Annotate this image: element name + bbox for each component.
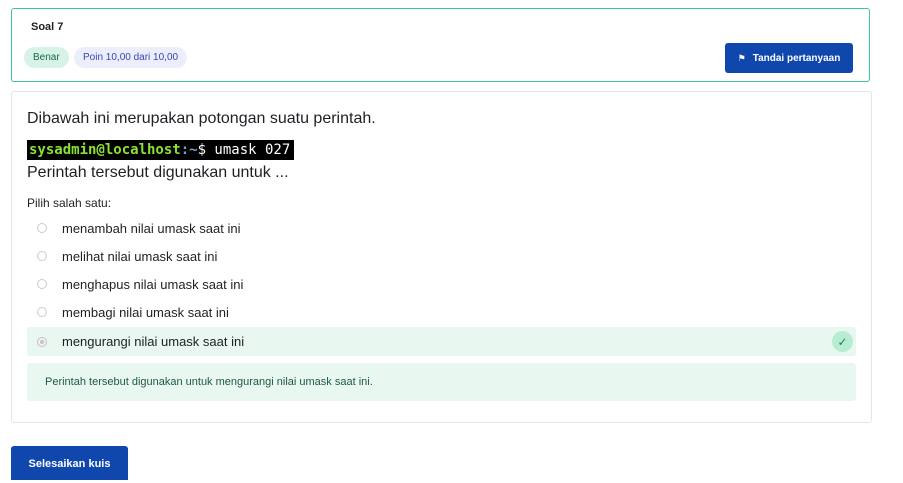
answer-option-label: menambah nilai umask saat ini: [62, 220, 241, 236]
answer-option-label: menghapus nilai umask saat ini: [62, 276, 244, 292]
radio-button[interactable]: [37, 307, 47, 317]
flag-question-button[interactable]: ⚑ Tandai pertanyaan: [725, 43, 853, 73]
answer-option[interactable]: membagi nilai umask saat ini: [27, 298, 856, 326]
finish-quiz-button[interactable]: Selesaikan kuis: [11, 446, 128, 480]
question-info-panel: Soal 7 Benar Poin 10,00 dari 10,00 ⚑ Tan…: [11, 8, 870, 82]
radio-button-checked[interactable]: [37, 336, 47, 347]
answer-option[interactable]: melihat nilai umask saat ini: [27, 242, 856, 270]
flag-icon: ⚑: [737, 52, 746, 63]
question-text-intro: Dibawah ini merupakan potongan suatu per…: [27, 110, 376, 127]
terminal-snippet: sysadmin@localhost:~$ umask 027: [27, 140, 295, 160]
answer-option-label: mengurangi nilai umask saat ini: [62, 334, 245, 349]
terminal-path: :~: [180, 142, 198, 158]
flag-question-label: Tandai pertanyaan: [752, 52, 841, 64]
radio-button[interactable]: [37, 251, 47, 261]
check-icon: ✓: [832, 331, 853, 352]
answer-option-label: melihat nilai umask saat ini: [62, 248, 218, 264]
terminal-user-host: sysadmin@localhost: [29, 142, 181, 158]
answer-prompt: Pilih salah satu:: [27, 196, 112, 210]
radio-button[interactable]: [37, 279, 47, 289]
question-text: Perintah tersebut digunakan untuk ...: [27, 164, 289, 181]
radio-button[interactable]: [37, 223, 47, 233]
status-badge: Benar: [24, 47, 69, 68]
answer-option[interactable]: menghapus nilai umask saat ini: [27, 270, 856, 298]
answer-option[interactable]: menambah nilai umask saat ini: [27, 214, 856, 242]
grade-badge: Poin 10,00 dari 10,00: [74, 47, 188, 68]
question-number: Soal 7: [31, 21, 64, 33]
question-content: Dibawah ini merupakan potongan suatu per…: [11, 91, 872, 423]
answer-option-selected[interactable]: mengurangi nilai umask saat ini ✓: [27, 327, 856, 356]
answer-feedback: Perintah tersebut digunakan untuk mengur…: [27, 363, 856, 401]
answer-option-label: membagi nilai umask saat ini: [62, 304, 229, 320]
terminal-command: $ umask 027: [197, 142, 291, 158]
